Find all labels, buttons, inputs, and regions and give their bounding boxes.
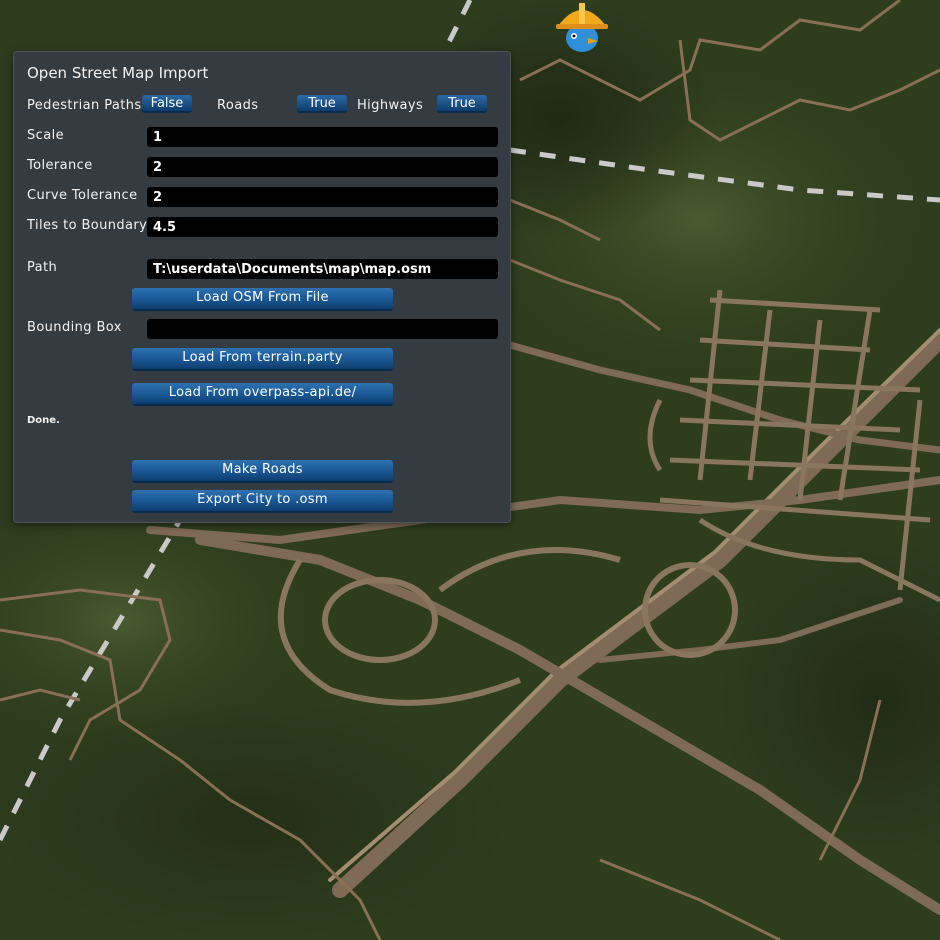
pedestrian-paths-toggle[interactable]: False xyxy=(142,95,192,113)
osm-import-panel: Open Street Map Import Pedestrian Paths … xyxy=(13,51,511,523)
highways-label: Highways xyxy=(357,98,424,113)
status-text: Done. xyxy=(27,415,60,426)
curve-tolerance-input[interactable]: 2 xyxy=(147,187,498,207)
roads-label: Roads xyxy=(217,98,259,113)
panel-title: Open Street Map Import xyxy=(27,64,209,82)
highways-toggle[interactable]: True xyxy=(437,95,487,113)
tolerance-input[interactable]: 2 xyxy=(147,157,498,177)
roads-toggle[interactable]: True xyxy=(297,95,347,113)
load-terrain-party-button[interactable]: Load From terrain.party xyxy=(132,348,393,371)
export-city-button[interactable]: Export City to .osm xyxy=(132,490,393,513)
scale-input[interactable]: 1 xyxy=(147,127,498,147)
make-roads-button[interactable]: Make Roads xyxy=(132,460,393,483)
curve-tolerance-label: Curve Tolerance xyxy=(27,188,138,203)
path-input[interactable]: T:\userdata\Documents\map\map.osm xyxy=(147,259,498,279)
tiles-to-boundary-label: Tiles to Boundary xyxy=(27,218,148,233)
chirper-bird-hardhat-icon[interactable] xyxy=(552,0,612,56)
bounding-box-label: Bounding Box xyxy=(27,320,122,335)
hill xyxy=(0,700,510,940)
tiles-to-boundary-input[interactable]: 4.5 xyxy=(147,217,498,237)
load-overpass-button[interactable]: Load From overpass-api.de/ xyxy=(132,383,393,406)
pedestrian-paths-label: Pedestrian Paths xyxy=(27,98,142,113)
path-label: Path xyxy=(27,260,58,275)
load-osm-file-button[interactable]: Load OSM From File xyxy=(132,288,393,311)
bounding-box-input[interactable] xyxy=(147,319,498,339)
scale-label: Scale xyxy=(27,128,64,143)
tolerance-label: Tolerance xyxy=(27,158,93,173)
